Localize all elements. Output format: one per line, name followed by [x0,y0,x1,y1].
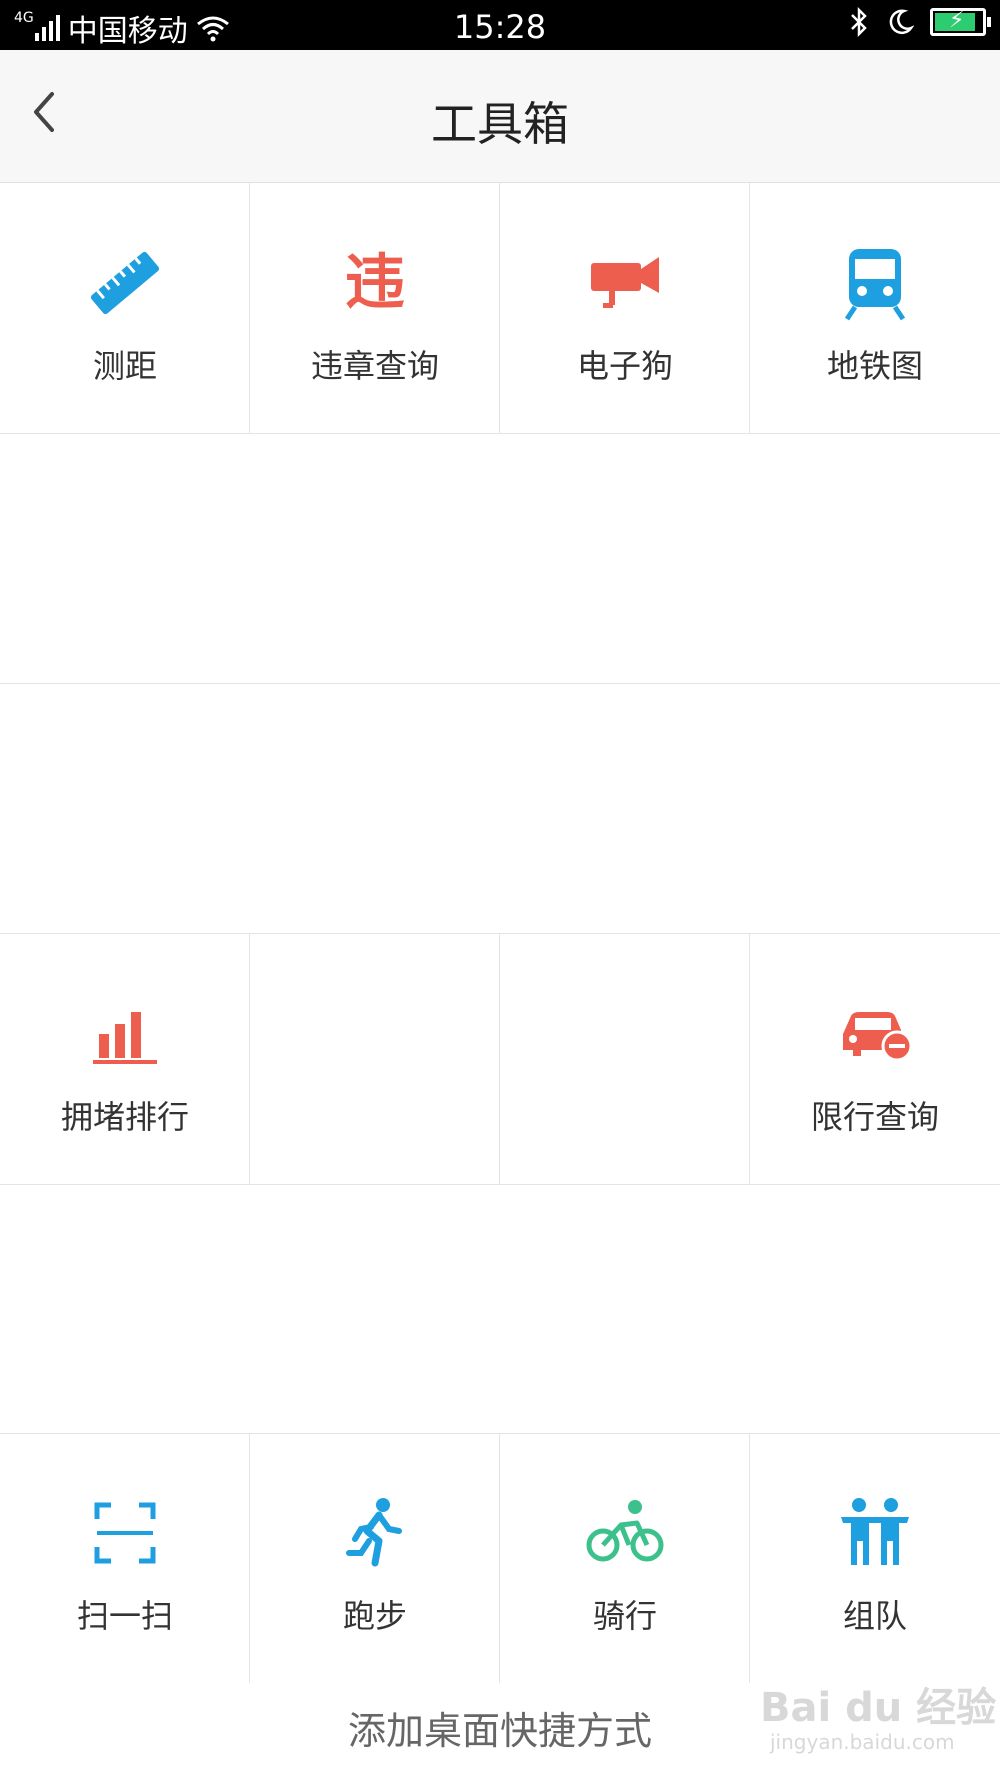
baidu-watermark: Bai du 经验 [760,1685,997,1731]
battery-icon: ⚡ [930,8,991,36]
bluetooth-icon [851,7,867,37]
car-restrict-icon [843,1012,913,1062]
tool-label: 扫一扫 [76,1597,173,1635]
cycling-icon [586,1500,664,1562]
tool-ranging[interactable]: 测距 [0,183,250,433]
tool-label: 违章查询 [310,347,439,385]
baidu-watermark-url: jingyan.baidu.com [770,1730,955,1754]
tool-row: 测距 违 违章查询 电子狗 地铁图 [0,183,1000,434]
team-icon [841,1498,909,1565]
tool-row-empty [0,433,1000,684]
tool-cycling[interactable]: 骑行 [500,1433,750,1683]
tool-restriction-query[interactable]: 限行查询 [750,934,1000,1184]
tool-slot-empty [500,934,750,1184]
tool-label: 限行查询 [810,1098,939,1136]
header-bar: 工具箱 [0,50,1000,183]
tool-congestion-ranking[interactable]: 拥堵排行 [0,934,250,1184]
tool-row-empty [0,1183,1000,1434]
tool-label: 跑步 [342,1597,407,1635]
bar-chart-icon [93,1012,157,1064]
tool-subway-map[interactable]: 地铁图 [750,183,1000,433]
running-icon [346,1498,402,1567]
page-title: 工具箱 [431,97,569,151]
tool-label: 测距 [92,347,157,385]
subway-icon [844,249,906,321]
tool-speed-camera[interactable]: 电子狗 [500,183,750,433]
camera-icon [591,257,659,308]
tool-row: 扫一扫 跑步 骑行 组队 [0,1433,1000,1683]
tool-row: 拥堵排行 限行查询 [0,933,1000,1185]
status-bar: 4G 中国移动 15:28 ⚡ [0,0,1000,50]
moon-icon [889,9,914,35]
tool-slot-empty [250,934,500,1184]
tool-violation-query[interactable]: 违 违章查询 [250,183,500,433]
scan-icon [94,1502,156,1564]
tool-label: 组队 [842,1597,907,1635]
tool-label: 拥堵排行 [60,1098,189,1136]
tool-label: 骑行 [592,1597,657,1635]
tool-running[interactable]: 跑步 [250,1433,500,1683]
tool-scan[interactable]: 扫一扫 [0,1433,250,1683]
tool-team[interactable]: 组队 [750,1433,1000,1683]
tool-label: 地铁图 [826,347,923,385]
tool-row-empty [0,683,1000,933]
tool-label: 电子狗 [576,347,673,385]
ruler-icon [90,251,160,315]
violation-icon: 违 [345,248,405,318]
